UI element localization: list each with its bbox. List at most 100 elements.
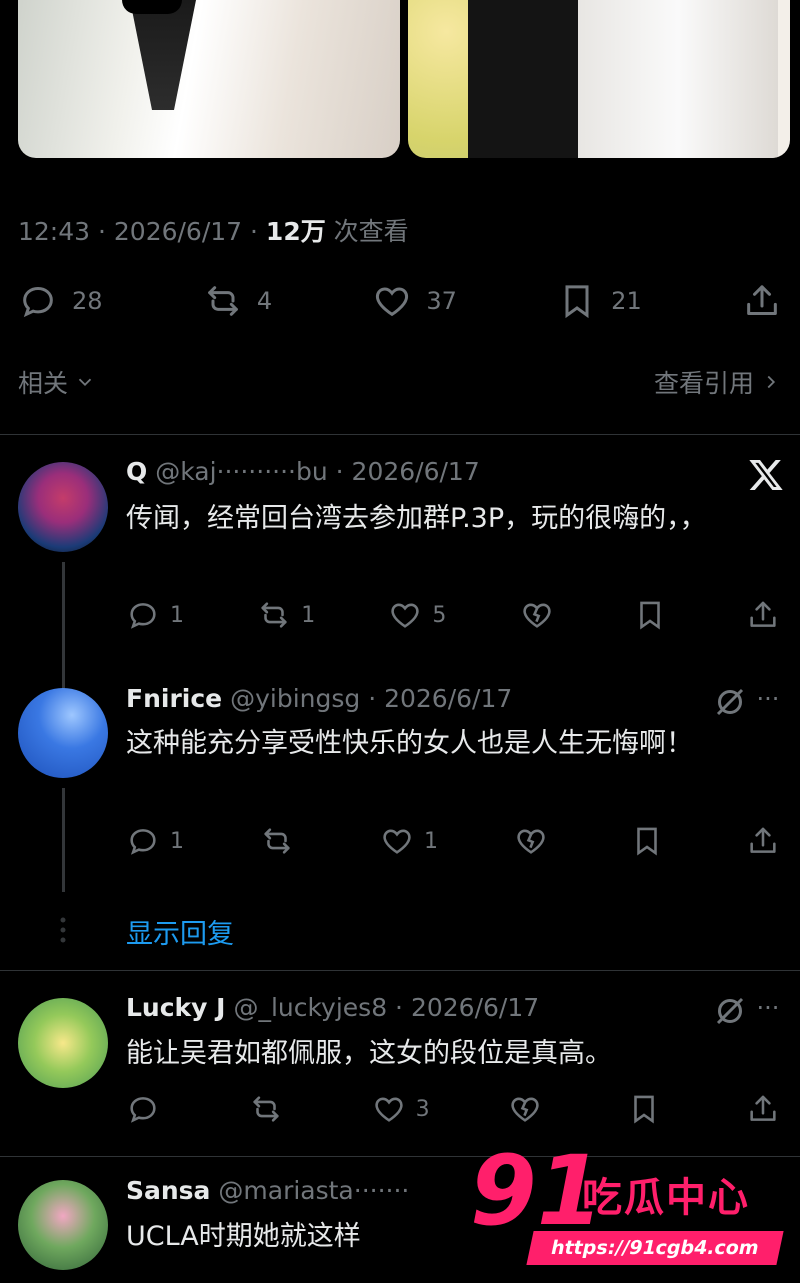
reply-author-name[interactable]: Fnirice <box>126 684 222 713</box>
repost-icon <box>253 1096 279 1122</box>
reply-author-name[interactable]: Lucky J <box>126 993 225 1022</box>
like-button[interactable]: 1 <box>380 824 438 858</box>
like-button[interactable]: 5 <box>388 598 446 632</box>
reply-count: 1 <box>170 602 184 628</box>
grok-icon[interactable] <box>712 993 748 1029</box>
bookmark-button[interactable] <box>627 1092 667 1126</box>
bookmark-button[interactable]: 21 <box>557 281 642 321</box>
reply-header: Q @kaj··········bu · 2026/6/17 <box>126 457 480 486</box>
watermark: 91 吃瓜中心 https://91cgb4.com <box>470 1143 784 1267</box>
bookmark-button[interactable] <box>630 824 670 858</box>
view-quotes-link[interactable]: 查看引用 <box>654 364 782 400</box>
repost-button[interactable] <box>260 824 304 858</box>
heart-icon <box>376 287 409 317</box>
dislike-button[interactable] <box>520 598 560 632</box>
like-count: 5 <box>432 602 447 628</box>
more-options-icon[interactable]: ··· <box>750 684 786 720</box>
reply-icon <box>130 603 156 629</box>
reply-action-bar: 1 1 5 <box>126 598 786 632</box>
heart-icon <box>391 603 420 628</box>
thread-line <box>62 788 65 892</box>
reply-button[interactable]: 1 <box>126 824 184 858</box>
tweet-meta: 12:43 · 2026/6/17 · 12万 次查看 <box>18 212 409 248</box>
avatar[interactable] <box>18 462 108 552</box>
share-icon <box>750 601 776 627</box>
view-label: 次查看 <box>325 217 409 246</box>
repost-icon <box>261 602 287 628</box>
avatar[interactable] <box>18 1180 108 1270</box>
view-quotes-label: 查看引用 <box>653 369 754 398</box>
share-icon <box>750 1095 776 1121</box>
tweet-media[interactable] <box>18 0 790 158</box>
reply-author-handle[interactable]: @mariasta······· <box>218 1176 409 1205</box>
heart-icon <box>374 1097 403 1122</box>
reply-icon <box>23 286 53 318</box>
broken-heart-icon <box>522 603 551 628</box>
dislike-button[interactable] <box>514 824 554 858</box>
reply-action-bar: 1 1 <box>126 824 786 858</box>
repost-button[interactable]: 1 <box>257 598 315 632</box>
reply-header: Sansa @mariasta······· <box>126 1176 409 1205</box>
image-detail-bowtie <box>122 0 182 14</box>
share-icon <box>747 285 777 315</box>
reply-count: 1 <box>170 828 184 854</box>
bookmark-icon <box>637 827 657 856</box>
broken-heart-icon <box>517 829 545 854</box>
reply-text: 能让吴君如都佩服，这女的段位是真高。 <box>126 1038 612 1069</box>
like-button[interactable]: 3 <box>372 1092 430 1126</box>
related-dropdown[interactable]: 相关 <box>18 364 96 400</box>
share-button[interactable] <box>746 824 786 858</box>
share-button[interactable] <box>746 598 786 632</box>
reply-text: 传闻，经常回台湾去参加群P.3P，玩的很嗨的，， <box>126 503 707 534</box>
vertical-dots-icon <box>60 917 66 943</box>
reply-author-handle[interactable]: @kaj··········bu · 2026/6/17 <box>155 457 480 486</box>
repost-icon <box>207 286 238 316</box>
more-options-icon[interactable]: ··· <box>750 993 786 1029</box>
reply-text: 这种能充分享受性快乐的女人也是人生无悔啊！ <box>126 728 693 759</box>
dislike-button[interactable] <box>508 1092 548 1126</box>
heart-icon <box>383 829 411 854</box>
reply-button[interactable]: 28 <box>18 281 103 321</box>
reply-button[interactable]: 1 <box>126 598 184 632</box>
reply-count: 28 <box>72 287 103 315</box>
avatar[interactable] <box>18 688 108 778</box>
image-detail-suit <box>130 0 196 110</box>
media-image-right[interactable] <box>408 0 790 158</box>
image-detail-dress <box>578 0 778 158</box>
bookmark-icon <box>565 285 589 319</box>
bookmark-icon <box>639 601 660 630</box>
repost-button[interactable] <box>249 1092 293 1126</box>
reply-author-handle[interactable]: @_luckyjes8 · 2026/6/17 <box>233 993 539 1022</box>
reply-action-bar: 3 <box>126 1092 786 1126</box>
show-replies-link[interactable]: 显示回复 <box>126 912 234 951</box>
bookmark-count: 21 <box>611 287 642 315</box>
share-button[interactable] <box>742 281 782 321</box>
avatar[interactable] <box>18 998 108 1088</box>
watermark-url: https://91cgb4.com <box>526 1231 784 1265</box>
thread-line <box>62 562 65 676</box>
media-image-left[interactable] <box>18 0 400 158</box>
like-button[interactable]: 37 <box>372 281 457 321</box>
reply-author-name[interactable]: Sansa <box>126 1176 210 1205</box>
view-count: 12万 <box>265 217 326 246</box>
reply-author-name[interactable]: Q <box>126 457 147 486</box>
reply-icon <box>130 1097 156 1123</box>
reply-icon <box>130 829 156 855</box>
tweet-timestamp: 12:43 · 2026/6/17 · <box>18 217 266 246</box>
reply-button[interactable] <box>126 1092 170 1126</box>
share-icon <box>750 827 776 853</box>
reply-author-handle[interactable]: @yibingsg · 2026/6/17 <box>230 684 512 713</box>
share-button[interactable] <box>746 1092 786 1126</box>
chevron-right-icon <box>767 375 776 389</box>
reply-header: Fnirice @yibingsg · 2026/6/17 <box>126 684 512 713</box>
repost-button[interactable]: 4 <box>203 281 272 321</box>
grok-icon[interactable] <box>712 684 748 720</box>
bookmark-icon <box>634 1095 654 1124</box>
divider <box>0 434 800 435</box>
bookmark-button[interactable] <box>633 598 673 632</box>
repost-icon <box>264 828 290 854</box>
x-logo-icon <box>749 460 783 490</box>
repost-count: 4 <box>256 287 273 315</box>
divider <box>0 970 800 971</box>
broken-heart-icon <box>511 1097 540 1122</box>
